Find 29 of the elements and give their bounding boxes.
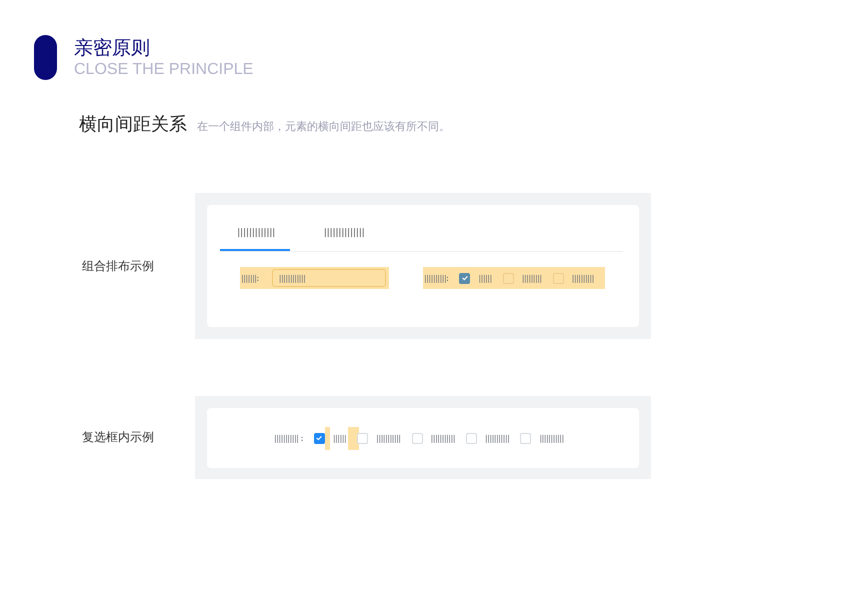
group-label: ||||||||||| : bbox=[273, 434, 302, 442]
page-subtitle: CLOSE THE PRINCIPLE bbox=[74, 61, 254, 79]
spacing-marker bbox=[324, 426, 330, 450]
checkbox[interactable] bbox=[502, 272, 514, 284]
checkbox[interactable] bbox=[552, 272, 564, 284]
checkbox-label: |||||||||| bbox=[570, 274, 593, 282]
page-title: 亲密原则 bbox=[74, 36, 151, 60]
checkbox[interactable] bbox=[314, 432, 325, 444]
section-title: 横向间距关系 bbox=[79, 113, 187, 136]
title-marker bbox=[34, 35, 57, 80]
check-icon bbox=[315, 434, 324, 442]
tab[interactable]: |||||||||||||| bbox=[308, 228, 378, 251]
check-icon bbox=[460, 274, 469, 282]
field-label: |||||||: bbox=[240, 274, 258, 282]
spacing-marker bbox=[348, 426, 359, 450]
group-label: ||||||||||: bbox=[423, 274, 448, 282]
input-field[interactable]: |||||||||||| bbox=[272, 269, 386, 287]
checkbox-label: ||||||||||| bbox=[484, 434, 508, 442]
example-label: 组合排布示例 bbox=[81, 258, 155, 274]
checkbox-label: |||||| bbox=[332, 434, 346, 442]
example-label: 复选框内示例 bbox=[81, 429, 155, 446]
checkbox-label: ||||||||| bbox=[520, 274, 541, 282]
checkbox-label: ||||||||||| bbox=[430, 434, 454, 442]
checkbox-label: |||||| bbox=[477, 274, 491, 282]
checkbox-label: ||||||||||| bbox=[375, 434, 400, 442]
checkbox[interactable] bbox=[459, 272, 470, 284]
checkbox-label: ||||||||||| bbox=[538, 434, 563, 442]
section-note: 在一个组件内部，元素的横向间距也应该有所不同。 bbox=[197, 119, 450, 134]
tab[interactable]: ||||||||||||| bbox=[220, 228, 290, 251]
